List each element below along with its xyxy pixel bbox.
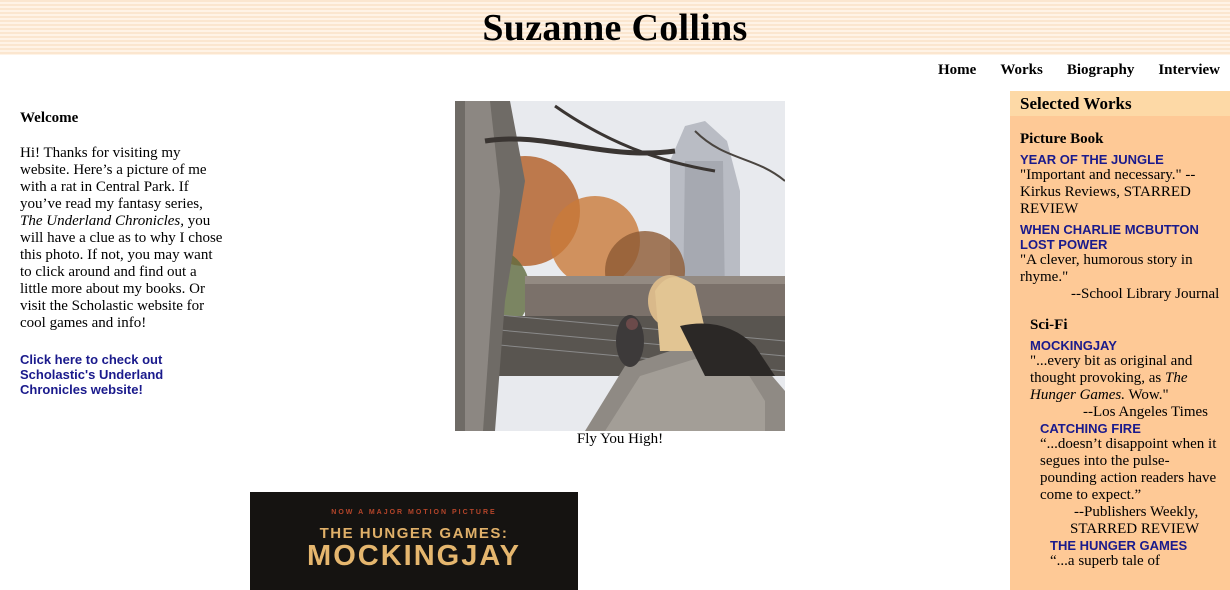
- scholastic-link[interactable]: Click here to check out Scholastic's Und…: [20, 352, 225, 397]
- nav-works[interactable]: Works: [1000, 62, 1043, 79]
- site-title: Suzanne Collins: [482, 7, 748, 49]
- category-scifi: Sci-Fi: [1030, 317, 1068, 333]
- book-cover-title: MOCKINGJAY: [307, 540, 521, 572]
- quote-charlie-mcbutton: "A clever, humorous story in rhyme.": [1020, 252, 1193, 285]
- nav-home[interactable]: Home: [938, 62, 976, 79]
- welcome-section: Welcome Hi! Thanks for visiting my websi…: [20, 110, 225, 397]
- hunger-games-entry: THE HUNGER GAMES “...a superb tale of: [1040, 538, 1220, 570]
- link-charlie-mcbutton[interactable]: WHEN CHARLIE MCBUTTON LOST POWER: [1020, 222, 1220, 252]
- nav-interview[interactable]: Interview: [1158, 62, 1220, 79]
- site-header: Suzanne Collins: [0, 0, 1230, 55]
- nav-biography[interactable]: Biography: [1067, 62, 1135, 79]
- photo-image: [455, 101, 785, 431]
- link-year-of-the-jungle[interactable]: YEAR OF THE JUNGLE: [1020, 152, 1220, 167]
- central-park-photo: [455, 101, 785, 431]
- quote-catching-fire: “...doesn’t disappoint when it segues in…: [1040, 436, 1217, 503]
- book-cover-tagline: NOW A MAJOR MOTION PICTURE: [331, 509, 497, 516]
- mockingjay-book-cover[interactable]: NOW A MAJOR MOTION PICTURE THE HUNGER GA…: [250, 492, 578, 590]
- selected-works-sidebar: Selected Works Picture Book YEAR OF THE …: [1010, 91, 1230, 590]
- attribution-charlie-mcbutton: --School Library Journal: [1071, 286, 1220, 302]
- attribution-mockingjay: --Los Angeles Times: [1083, 404, 1209, 420]
- scifi-section: Sci-Fi MOCKINGJAY "...every bit as origi…: [1010, 317, 1230, 570]
- welcome-text: Hi! Thanks for visiting my website. Here…: [20, 145, 223, 331]
- category-picture-book: Picture Book: [1020, 131, 1104, 147]
- quote-year-of-the-jungle: "Important and necessary." --Kirkus Revi…: [1020, 167, 1196, 217]
- attribution-catching-fire-starred: STARRED REVIEW: [1070, 521, 1200, 537]
- link-catching-fire[interactable]: CATCHING FIRE: [1040, 421, 1220, 436]
- link-hunger-games[interactable]: THE HUNGER GAMES: [1050, 538, 1220, 553]
- series-title: The Underland Chronicles,: [20, 213, 185, 229]
- attribution-catching-fire: --Publishers Weekly,: [1074, 504, 1199, 520]
- catching-fire-entry: CATCHING FIRE “...doesn’t disappoint whe…: [1030, 421, 1220, 570]
- photo-caption: Fly You High!: [576, 431, 664, 447]
- picture-book-section: Picture Book YEAR OF THE JUNGLE "Importa…: [1010, 131, 1230, 303]
- link-mockingjay[interactable]: MOCKINGJAY: [1030, 338, 1220, 353]
- welcome-heading: Welcome: [20, 110, 79, 126]
- quote-hunger-games: “...a superb tale of: [1050, 553, 1160, 569]
- quote-mockingjay: "...every bit as original and thought pr…: [1030, 353, 1193, 403]
- sidebar-title: Selected Works: [1010, 91, 1230, 116]
- main-nav: Home Works Biography Interview: [938, 62, 1220, 79]
